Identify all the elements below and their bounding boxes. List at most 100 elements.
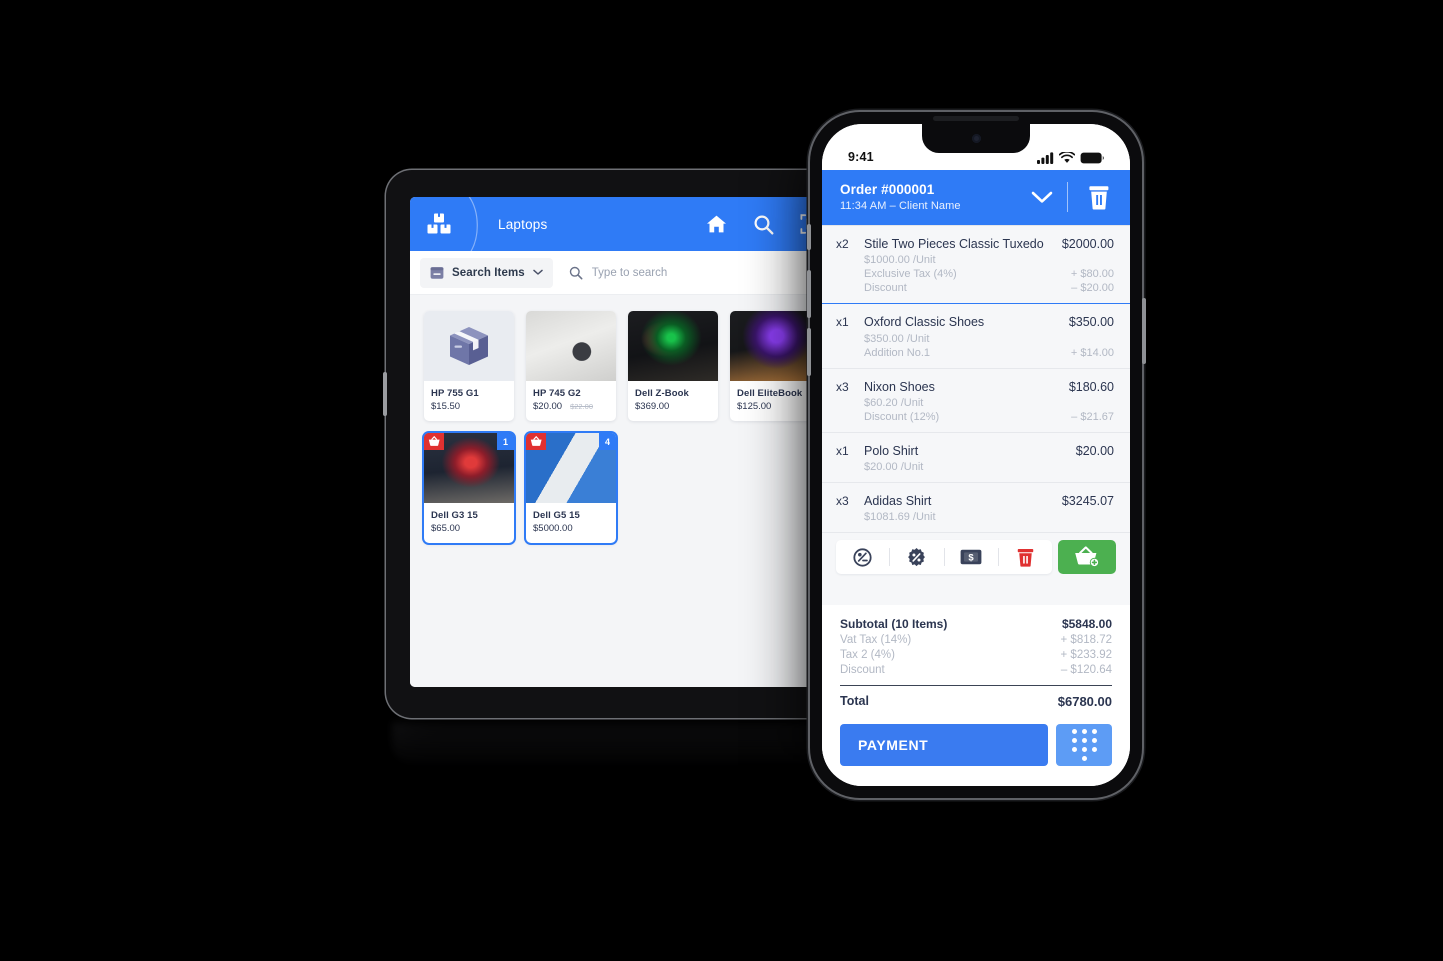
product-name: Dell G3 15 xyxy=(431,510,478,521)
product-card[interactable]: HP 745 G2 $20.00 $22.00 xyxy=(526,311,616,421)
order-item-amount: $2000.00 xyxy=(1061,237,1114,251)
home-icon xyxy=(707,215,726,233)
phone-earpiece-speaker xyxy=(933,116,1019,121)
product-info: Dell Z-Book $369.00 xyxy=(628,381,718,421)
payment-row: PAYMENT xyxy=(822,712,1130,786)
order-item-amount: $20.00 xyxy=(1075,443,1114,458)
order-item-detail-label: $1081.69 /Unit xyxy=(864,511,936,524)
product-card[interactable]: HP 755 G1 $15.50 xyxy=(424,311,514,421)
phone-volume-up-button[interactable] xyxy=(806,270,811,318)
tablet-side-button[interactable] xyxy=(383,372,387,416)
phone-volume-down-button[interactable] xyxy=(806,328,811,376)
grand-total-value: $6780.00 xyxy=(1057,694,1112,709)
search-input[interactable]: Type to search xyxy=(557,258,824,288)
totals-value: + $233.92 xyxy=(1060,648,1112,661)
discount-button[interactable] xyxy=(890,540,943,574)
order-header: Order #000001 11:34 AM – Client Name xyxy=(822,170,1130,225)
product-thumbnail xyxy=(628,311,718,381)
order-item-name: Polo Shirt xyxy=(864,443,919,458)
phone-power-button[interactable] xyxy=(1141,298,1146,364)
order-item-row[interactable]: x1 Polo Shirt $20.00 $20.00 /Unit xyxy=(822,432,1130,483)
app-logo xyxy=(410,213,468,235)
order-item-detail: Addition No.1 + $14.00 xyxy=(836,347,1114,359)
product-price: $15.50 xyxy=(431,401,461,412)
order-item-row[interactable]: x3 Nixon Shoes $180.60 $60.20 /Unit Discount… xyxy=(822,368,1130,433)
search-button[interactable] xyxy=(753,214,774,235)
delete-item-button[interactable] xyxy=(999,540,1052,574)
trash-icon xyxy=(1089,185,1109,210)
totals-label: Tax 2 (4%) xyxy=(840,648,895,661)
header-divider xyxy=(466,197,488,251)
product-card[interactable]: Dell Z-Book $369.00 xyxy=(628,311,718,421)
discount-badge-icon xyxy=(908,547,926,566)
order-item-detail: $350.00 /Unit xyxy=(836,333,1114,345)
price-button[interactable]: $ xyxy=(945,540,998,574)
order-item-detail-label: Exclusive Tax (4%) xyxy=(864,268,957,281)
order-items-list[interactable]: x2 Stile Two Pieces Classic Tuxedo $2000.0… xyxy=(822,225,1130,605)
delete-order-button[interactable] xyxy=(1068,185,1114,210)
order-item-detail: $60.20 /Unit xyxy=(836,397,1114,409)
order-item-amount: $3245.07 xyxy=(1061,494,1114,508)
search-scope-label: Search Items xyxy=(452,266,525,279)
order-expand-button[interactable] xyxy=(1017,191,1067,204)
order-item-row[interactable]: x3 Adidas Shirt $3245.07 $1081.69 /Unit xyxy=(822,483,1130,534)
order-item-detail-label: Addition No.1 xyxy=(864,346,931,359)
order-item-detail-label: Discount xyxy=(864,282,907,295)
order-item-detail-label: $1000.00 /Unit xyxy=(864,254,936,267)
phone-silent-switch[interactable] xyxy=(807,224,811,250)
payment-button-label: PAYMENT xyxy=(858,737,929,753)
order-item-name: Nixon Shoes xyxy=(864,379,935,394)
product-old-price: $22.00 xyxy=(570,402,594,411)
order-header-texts: Order #000001 11:34 AM – Client Name xyxy=(840,182,1017,212)
product-info: Dell G5 15 $5000.00 xyxy=(526,503,616,543)
totals-row: Discount – $120.64 xyxy=(840,664,1112,676)
in-cart-badge xyxy=(526,433,546,450)
item-action-group: $ xyxy=(836,540,1052,575)
totals-divider xyxy=(840,684,1112,686)
product-price: $5000.00 xyxy=(533,523,573,534)
modify-price-button[interactable] xyxy=(836,540,889,574)
product-price: $65.00 xyxy=(431,523,461,534)
order-item-amount: $180.60 xyxy=(1068,379,1114,394)
product-price-row: $125.00 xyxy=(737,401,813,412)
product-card[interactable]: 4 Dell G5 15 $5000.00 xyxy=(526,433,616,543)
order-item-detail: $1000.00 /Unit xyxy=(836,254,1114,266)
order-item-main: x3 Adidas Shirt $3245.07 xyxy=(836,493,1114,509)
order-item-main: x1 Polo Shirt $20.00 xyxy=(836,443,1114,459)
home-button[interactable] xyxy=(706,214,727,234)
svg-text:$: $ xyxy=(968,553,974,564)
totals-label: Subtotal (10 Items) xyxy=(840,616,948,631)
order-item-detail-value: – $20.00 xyxy=(1071,282,1114,295)
cart-icon xyxy=(428,436,440,446)
order-item-detail: Discount (12%) – $21.67 xyxy=(836,411,1114,423)
order-item-row[interactable]: x1 Oxford Classic Shoes $350.00 $350.00 /Un… xyxy=(822,304,1130,369)
order-item-detail-label: $350.00 /Unit xyxy=(864,332,930,345)
product-image xyxy=(526,311,616,381)
product-card[interactable]: 1 Dell G3 15 $65.00 xyxy=(424,433,514,543)
product-name: HP 755 G1 xyxy=(431,388,479,399)
product-price-row: $5000.00 xyxy=(533,523,609,534)
package-box-icon xyxy=(450,327,488,365)
product-name: Dell G5 15 xyxy=(533,510,580,521)
product-price-row: $65.00 xyxy=(431,523,507,534)
search-scope-select[interactable]: Search Items xyxy=(420,257,553,288)
keypad-button[interactable] xyxy=(1056,724,1112,766)
product-price-row: $20.00 $22.00 xyxy=(533,401,609,412)
order-item-name: Adidas Shirt xyxy=(864,494,932,508)
item-action-bar: $ xyxy=(822,533,1130,585)
tablet-search-bar: Search Items Type to search xyxy=(410,251,834,295)
order-item-row[interactable]: x2 Stile Two Pieces Classic Tuxedo $2000.0… xyxy=(822,226,1130,305)
totals-value: + $818.72 xyxy=(1060,633,1112,646)
totals-section: Subtotal (10 Items) $5848.00 Vat Tax (14%)… xyxy=(822,604,1130,712)
product-image xyxy=(424,311,514,381)
product-price: $20.00 xyxy=(533,401,563,412)
order-item-quantity: x1 xyxy=(836,315,849,330)
order-item-quantity: x2 xyxy=(836,237,849,251)
totals-row: Subtotal (10 Items) $5848.00 xyxy=(840,617,1112,631)
order-item-main: x3 Nixon Shoes $180.60 xyxy=(836,379,1114,395)
payment-button[interactable]: PAYMENT xyxy=(840,724,1048,766)
product-info: Dell G3 15 $65.00 xyxy=(424,503,514,543)
status-time: 9:41 xyxy=(848,150,874,164)
add-to-basket-button[interactable] xyxy=(1058,540,1116,575)
product-price: $125.00 xyxy=(737,401,772,412)
